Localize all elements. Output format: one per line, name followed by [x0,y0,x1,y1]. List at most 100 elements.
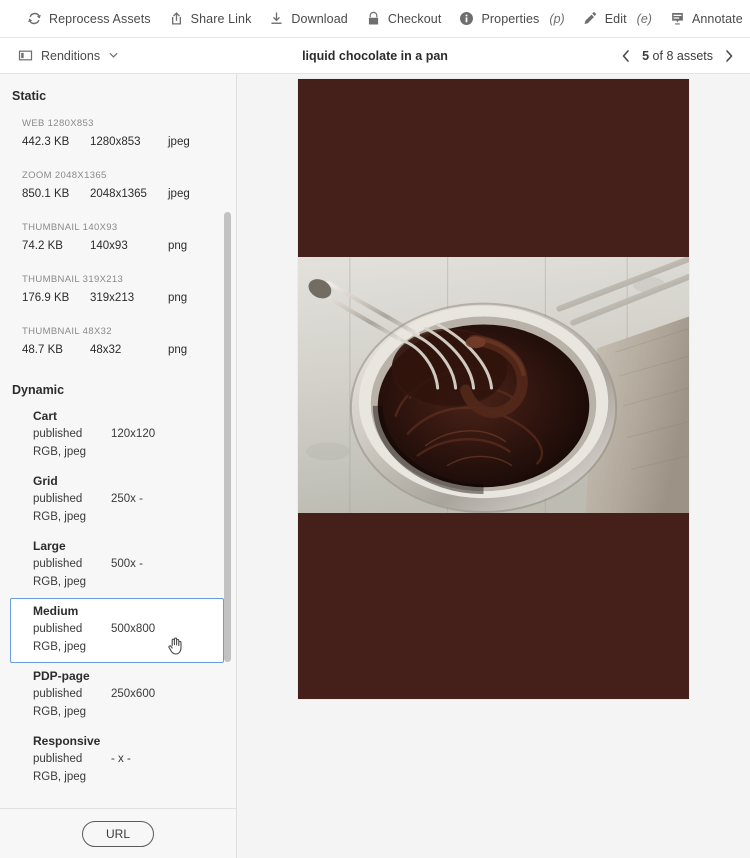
dynamic-rendition-state: published [33,623,83,635]
dynamic-rendition-meta: RGB, jpeg [33,511,87,523]
dynamic-rendition-meta: RGB, jpeg [33,706,87,718]
sidebar-scrollbar-thumb[interactable] [224,212,231,662]
static-rendition-format: jpeg [168,188,190,200]
static-rendition-dimensions: 1280x853 [90,136,141,148]
static-rendition-group[interactable]: ZOOM 2048X1365 850.1 KB 2048x1365 jpeg [0,161,236,213]
dynamic-rendition-item[interactable]: Cart published 120x120 RGB, jpeg [10,403,224,468]
annotate-icon [670,11,685,26]
download-icon [269,11,284,26]
dynamic-rendition-state: published [33,428,83,440]
action-toolbar: Reprocess Assets Share Link Download Che… [0,0,750,38]
static-rendition-label: THUMBNAIL 319X213 [22,274,124,285]
dynamic-rendition-item[interactable]: Large published 500x - RGB, jpeg [10,533,224,598]
renditions-sidebar: Static WEB 1280X853 442.3 KB 1280x853 jpeg Z… [0,74,237,858]
dynamic-rendition-state: published [33,688,83,700]
dynamic-rendition-meta: RGB, jpeg [33,771,87,783]
dynamic-renditions-list: Cart published 120x120 RGB, jpeg Grid publish… [0,403,236,793]
dynamic-rendition-dimensions: 250x - [111,493,143,505]
properties-label: Properties [481,11,540,26]
static-renditions-list: WEB 1280X853 442.3 KB 1280x853 jpeg ZOOM 204… [0,109,236,369]
edit-label: Edit [604,11,627,26]
static-rendition-dimensions: 48x32 [90,344,122,356]
static-rendition-group[interactable]: THUMBNAIL 48X32 48.7 KB 48x32 png [0,317,236,369]
dynamic-rendition-dimensions: - x - [111,753,131,765]
static-rendition-format: png [168,344,188,356]
static-rendition-size: 850.1 KB [22,188,70,200]
content-area: Static WEB 1280X853 442.3 KB 1280x853 jpeg Z… [0,74,750,858]
refresh-icon [27,11,42,26]
pencil-icon [583,11,598,26]
static-rendition-label: THUMBNAIL 48X32 [22,326,112,337]
next-asset-icon[interactable] [722,48,736,64]
share-link-button[interactable]: Share Link [160,7,261,30]
dynamic-rendition-name: PDP-page [33,669,90,683]
previous-asset-icon[interactable] [619,48,633,64]
preview-top-band [298,79,689,257]
dynamic-rendition-item[interactable]: Grid published 250x - RGB, jpeg [10,468,224,533]
dynamic-rendition-name: Responsive [33,734,101,748]
static-rendition-dimensions: 2048x1365 [90,188,147,200]
smart-crop-section-title: Smart Crop [0,793,236,808]
dynamic-rendition-row: published 250x - [33,490,213,508]
static-rendition-label: WEB 1280X853 [22,118,94,129]
download-label: Download [291,11,348,26]
static-rendition-group[interactable]: WEB 1280X853 442.3 KB 1280x853 jpeg [0,109,236,161]
static-rendition-group[interactable]: THUMBNAIL 140X93 74.2 KB 140x93 png [0,213,236,265]
dynamic-rendition-state: published [33,558,83,570]
sidebar-scrollbar-track[interactable] [223,84,232,802]
properties-shortcut: (p) [549,11,565,26]
asset-preview-image[interactable] [298,79,689,699]
edit-button[interactable]: Edit (e) [574,7,661,30]
dynamic-rendition-dimensions: 120x120 [111,428,156,440]
static-rendition-format: jpeg [168,136,190,148]
checkout-button[interactable]: Checkout [357,7,451,30]
dynamic-rendition-state: published [33,493,83,505]
static-rendition-size: 176.9 KB [22,292,70,304]
static-rendition-row: 74.2 KB 140x93 png [0,233,236,261]
dynamic-rendition-meta: RGB, jpeg [33,576,87,588]
asset-pager: 5 of 8 assets [619,48,736,64]
dynamic-rendition-row: published 500x800 [33,620,213,638]
reprocess-assets-label: Reprocess Assets [49,11,151,26]
dynamic-rendition-name: Large [33,539,66,553]
dynamic-rendition-dimensions: 250x600 [111,688,156,700]
asset-preview-pane [237,74,750,858]
reprocess-assets-button[interactable]: Reprocess Assets [18,7,160,30]
static-rendition-dimensions: 140x93 [90,240,128,252]
dynamic-rendition-item[interactable]: Medium published 500x800 RGB, jpeg [10,598,224,663]
annotate-label: Annotate [691,11,743,26]
dynamic-rendition-item[interactable]: PDP-page published 250x600 RGB, jpeg [10,663,224,728]
static-rendition-group[interactable]: THUMBNAIL 319X213 176.9 KB 319x213 png [0,265,236,317]
rendition-subbar: Renditions liquid chocolate in a pan 5 o… [0,38,750,74]
dynamic-rendition-meta: RGB, jpeg [33,446,87,458]
static-section-title: Static [12,89,47,103]
asset-counter-total: of 8 assets [652,48,713,63]
static-rendition-label: ZOOM 2048X1365 [22,170,107,181]
annotate-button[interactable]: Annotate [661,7,750,30]
dynamic-rendition-name: Medium [33,604,79,618]
chocolate-pan-photo [298,257,689,513]
dynamic-section-title: Dynamic [12,383,65,397]
static-rendition-size: 74.2 KB [22,240,63,252]
download-button[interactable]: Download [260,7,356,30]
asset-counter: 5 of 8 assets [642,49,713,63]
static-rendition-format: png [168,292,188,304]
static-rendition-format: png [168,240,188,252]
properties-button[interactable]: Properties (p) [450,7,573,30]
panel-icon [18,48,33,63]
asset-detail-window: Reprocess Assets Share Link Download Che… [0,0,750,858]
dynamic-rendition-row: published - x - [33,750,213,768]
info-icon [459,11,474,26]
dynamic-rendition-row: published 120x120 [33,425,213,443]
static-rendition-size: 442.3 KB [22,136,70,148]
dynamic-rendition-meta: RGB, jpeg [33,641,87,653]
renditions-scroll-area[interactable]: Static WEB 1280X853 442.3 KB 1280x853 jpeg Z… [0,74,236,808]
static-rendition-row: 176.9 KB 319x213 png [0,285,236,313]
static-rendition-row: 850.1 KB 2048x1365 jpeg [0,181,236,209]
static-rendition-dimensions: 319x213 [90,292,135,304]
url-button[interactable]: URL [82,820,154,847]
renditions-dropdown[interactable]: Renditions [10,44,127,67]
dynamic-rendition-item[interactable]: Responsive published - x - RGB, jpeg [10,728,224,793]
static-rendition-row: 48.7 KB 48x32 png [0,337,236,365]
lock-icon [366,11,381,26]
